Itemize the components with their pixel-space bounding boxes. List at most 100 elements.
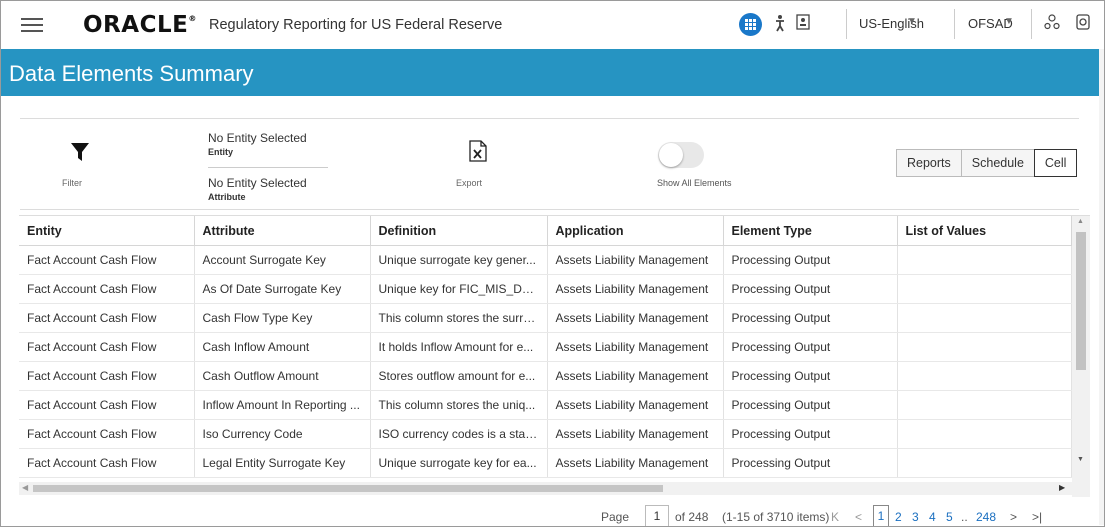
table-vertical-scrollbar[interactable]: ▲ ▼ <box>1072 216 1090 497</box>
cell-entity: Fact Account Cash Flow <box>19 245 195 275</box>
item-range: (1-15 of 3710 items) <box>722 510 830 524</box>
page-link[interactable]: 5 <box>946 510 953 524</box>
cell-attribute: Iso Currency Code <box>194 419 371 449</box>
filter-label[interactable]: Filter <box>62 178 82 188</box>
last-page-icon[interactable]: >| <box>1032 510 1042 524</box>
cell-element-type: Processing Output <box>723 245 898 275</box>
page-scrollbar[interactable] <box>1099 49 1104 525</box>
cell-attribute: Cash Inflow Amount <box>194 332 371 362</box>
page-link-last[interactable]: 248 <box>976 510 996 524</box>
cell-entity: Fact Account Cash Flow <box>19 361 195 391</box>
column-header-definition[interactable]: Definition <box>370 216 548 246</box>
page-link[interactable]: 2 <box>895 510 902 524</box>
cell-list-of-values <box>897 419 1072 449</box>
chevron-down-icon[interactable]: ▼ <box>907 16 917 27</box>
page-number-input[interactable]: 1 <box>645 505 669 526</box>
show-all-toggle[interactable] <box>658 142 704 168</box>
entity-attribute-selector[interactable]: No Entity Selected Entity No Entity Sele… <box>208 131 338 202</box>
cell-element-type: Processing Output <box>723 448 898 478</box>
next-page-icon[interactable]: > <box>1010 510 1017 524</box>
cell-element-type: Processing Output <box>723 274 898 304</box>
reports-button[interactable]: Reports <box>896 149 962 177</box>
cell-application: Assets Liability Management <box>547 274 724 304</box>
table-horizontal-scrollbar[interactable]: ◀ ▶ <box>19 482 1072 495</box>
table-row[interactable]: Fact Account Cash Flow Cash Outflow Amoun… <box>19 361 1072 391</box>
cell-application: Assets Liability Management <box>547 361 724 391</box>
scroll-thumb[interactable] <box>33 485 663 492</box>
table-row[interactable]: Fact Account Cash Flow Legal Entity Surro… <box>19 448 1072 478</box>
table-row[interactable]: Fact Account Cash Flow Iso Currency Code I… <box>19 419 1072 449</box>
table-row[interactable]: Fact Account Cash Flow Account Surrogate … <box>19 245 1072 275</box>
cell-entity: Fact Account Cash Flow <box>19 419 195 449</box>
chevron-down-icon[interactable]: ▼ <box>1004 16 1014 27</box>
view-switcher: Reports Schedule Cell <box>896 149 1078 177</box>
cell-attribute: Cash Flow Type Key <box>194 303 371 333</box>
cell-element-type: Processing Output <box>723 361 898 391</box>
divider <box>846 9 847 39</box>
cell-element-type: Processing Output <box>723 332 898 362</box>
scroll-right-icon[interactable]: ▶ <box>1059 483 1065 492</box>
page-total: of 248 <box>675 510 709 524</box>
scroll-left-icon[interactable]: ◀ <box>22 483 28 492</box>
page-label: Page <box>601 510 630 524</box>
scroll-thumb[interactable] <box>1076 232 1086 370</box>
page-title: Data Elements Summary <box>9 61 254 86</box>
column-header-application[interactable]: Application <box>547 216 724 246</box>
cell-definition: It holds Inflow Amount for e... <box>370 332 548 362</box>
cell-attribute: Account Surrogate Key <box>194 245 371 275</box>
divider <box>954 9 955 39</box>
cell-list-of-values <box>897 274 1072 304</box>
org-chart-icon[interactable] <box>1044 14 1060 33</box>
cell-list-of-values <box>897 303 1072 333</box>
cell-definition: This column stores the surro... <box>370 303 548 333</box>
cell-definition: Unique surrogate key gener... <box>370 245 548 275</box>
accessibility-icon[interactable] <box>773 14 787 35</box>
export-excel-icon[interactable] <box>469 140 487 167</box>
menu-icon[interactable] <box>21 18 43 32</box>
cell-application: Assets Liability Management <box>547 419 724 449</box>
data-elements-table: Entity Attribute Definition Application … <box>19 215 1090 497</box>
cell-application: Assets Liability Management <box>547 303 724 333</box>
profile-card-icon[interactable] <box>796 14 810 33</box>
attribute-value[interactable]: No Entity Selected <box>208 176 338 190</box>
page-link[interactable]: 4 <box>929 510 936 524</box>
schedule-button[interactable]: Schedule <box>960 149 1035 177</box>
page-link-current[interactable]: 1 <box>873 505 889 526</box>
page-link[interactable]: 3 <box>912 510 919 524</box>
table-row[interactable]: Fact Account Cash Flow As Of Date Surroga… <box>19 274 1072 304</box>
scroll-down-icon[interactable]: ▼ <box>1077 456 1084 463</box>
cell-attribute: Inflow Amount In Reporting ... <box>194 390 371 420</box>
divider <box>208 167 328 168</box>
first-page-icon[interactable]: K <box>831 510 839 524</box>
cell-button[interactable]: Cell <box>1033 149 1078 177</box>
cell-definition: Unique key for FIC_MIS_Dat... <box>370 274 548 304</box>
table-row[interactable]: Fact Account Cash Flow Cash Inflow Amount… <box>19 332 1072 362</box>
cell-application: Assets Liability Management <box>547 390 724 420</box>
logout-icon[interactable] <box>1076 14 1090 33</box>
column-header-attribute[interactable]: Attribute <box>194 216 371 246</box>
cell-definition: ISO currency codes is a stan... <box>370 419 548 449</box>
cell-application: Assets Liability Management <box>547 332 724 362</box>
oracle-logo: ORACLE® <box>83 12 197 38</box>
attribute-label: Attribute <box>208 192 246 202</box>
filter-icon[interactable] <box>60 142 100 167</box>
toggle-knob[interactable] <box>659 143 683 167</box>
column-header-element-type[interactable]: Element Type <box>723 216 898 246</box>
apps-grid-icon[interactable] <box>739 13 762 36</box>
export-label[interactable]: Export <box>456 178 482 188</box>
product-name: Regulatory Reporting for US Federal Rese… <box>209 17 503 33</box>
cell-element-type: Processing Output <box>723 303 898 333</box>
column-header-entity[interactable]: Entity <box>19 216 195 246</box>
entity-label: Entity <box>208 147 234 157</box>
column-header-list-of-values[interactable]: List of Values <box>897 216 1072 246</box>
cell-application: Assets Liability Management <box>547 448 724 478</box>
table-header-row: Entity Attribute Definition Application … <box>19 216 1072 246</box>
scroll-up-icon[interactable]: ▲ <box>1077 218 1084 225</box>
entity-value[interactable]: No Entity Selected <box>208 131 338 145</box>
cell-list-of-values <box>897 448 1072 478</box>
table-row[interactable]: Fact Account Cash Flow Inflow Amount In R… <box>19 390 1072 420</box>
cell-entity: Fact Account Cash Flow <box>19 448 195 478</box>
cell-element-type: Processing Output <box>723 419 898 449</box>
table-row[interactable]: Fact Account Cash Flow Cash Flow Type Key… <box>19 303 1072 333</box>
previous-page-icon[interactable]: < <box>855 510 862 524</box>
